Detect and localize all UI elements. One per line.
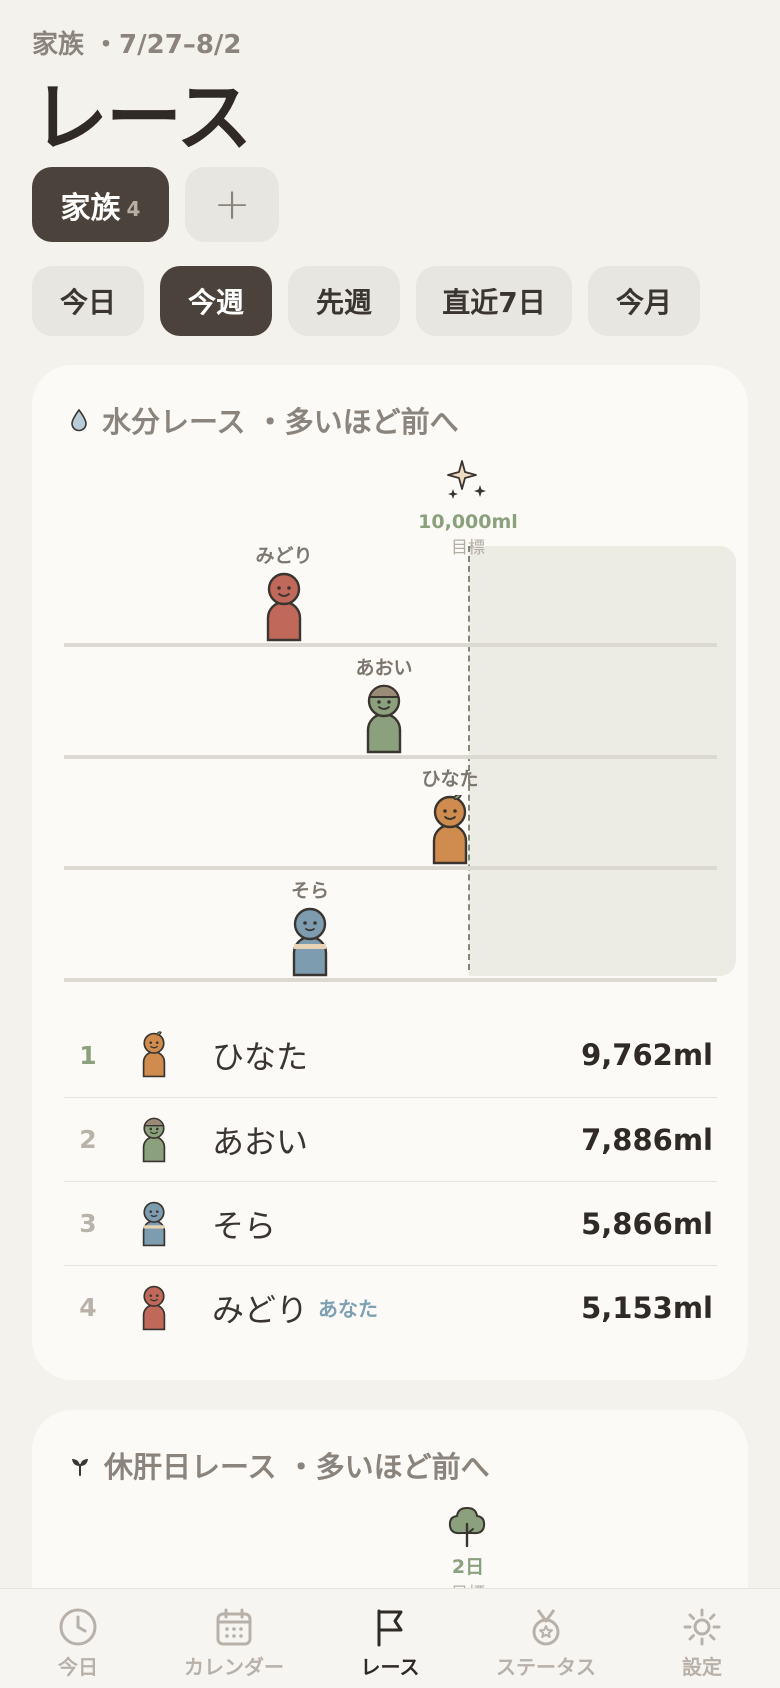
add-group-button[interactable]: + [185,167,279,242]
runner-sora[interactable]: そら [278,876,342,981]
tab-label: ステータス [496,1655,596,1679]
tab-race[interactable]: レース [312,1589,468,1688]
tab-settings[interactable]: 設定 [624,1589,780,1688]
period-filter: 今日 今週 先週 直近7日 今月 [32,266,700,336]
medal-icon [532,1609,560,1646]
clock-icon [59,1608,97,1646]
gear-icon [683,1608,721,1646]
period-last-week[interactable]: 先週 [288,266,400,336]
person-avatar-icon [142,1285,166,1330]
liver-race-title: 休肝日レース ・多いほど前へ [104,1450,490,1484]
period-today[interactable]: 今日 [32,266,144,336]
rank-number: 2 [79,1125,97,1154]
rank-member-name: あおい [212,1122,309,1161]
rank-member-name: ひなた [212,1038,309,1076]
tab-status[interactable]: ステータス [468,1589,624,1688]
person-avatar-icon [266,572,302,642]
runner-name: ひなた [421,768,479,790]
liver-goal-value: 2日 [451,1556,485,1578]
water-drop-icon [71,408,87,432]
period-this-week[interactable]: 今週 [160,266,272,336]
group-pill-family[interactable]: 家族 4 [32,167,169,242]
ranking-row[interactable]: 3 そら 5,866ml [64,1181,717,1265]
tab-today[interactable]: 今日 [0,1589,156,1688]
runner-name: あおい [355,657,413,679]
rank-number: 3 [79,1209,97,1238]
tab-label: 設定 [682,1655,722,1679]
rank-amount: 9,762ml [581,1038,713,1072]
runner-name: そら [290,880,329,902]
person-avatar-icon [432,793,468,865]
you-badge: あなた [318,1297,379,1321]
ranking-row[interactable]: 4 みどり あなた 5,153ml [64,1265,717,1349]
race-track [64,643,717,647]
page-title: レース [32,73,252,162]
race-track [64,978,717,982]
runner-hinata[interactable]: ひなた [418,764,482,869]
runner-midori[interactable]: みどり [252,541,316,646]
runner-name: みどり [255,545,313,567]
tab-label: レース [360,1655,420,1679]
person-avatar-icon [292,907,328,977]
period-last-7-days[interactable]: 直近7日 [416,266,572,336]
rank-number: 1 [79,1040,97,1070]
person-avatar-icon [142,1031,166,1078]
calendar-icon [216,1608,252,1646]
ranking-row[interactable]: 2 あおい 7,886ml [64,1097,717,1181]
rank-amount: 5,153ml [581,1290,713,1325]
person-avatar-icon [142,1117,166,1162]
rank-member-name: みどり [212,1290,309,1329]
period-this-month[interactable]: 今月 [588,266,700,336]
person-avatar-icon [366,684,402,754]
rank-amount: 5,866ml [581,1206,713,1241]
group-member-count: 4 [126,196,141,221]
tab-label: カレンダー [184,1655,284,1679]
goal-value: 10,000ml [418,511,518,533]
goal-zone [469,546,736,976]
tree-icon [448,1506,486,1548]
flag-icon [377,1609,403,1647]
rank-number: 4 [79,1293,97,1322]
rank-member-name: そら [212,1206,277,1245]
water-race-title: 水分レース ・多いほど前へ [102,405,459,439]
sprout-icon [72,1459,88,1476]
runner-aoi[interactable]: あおい [352,653,416,758]
bottom-tab-bar: 今日 カレンダー レース ステータス 設定 [0,1588,780,1688]
sparkle-icon [447,460,486,499]
race-track [64,866,717,870]
tab-label: 今日 [58,1655,98,1679]
tab-calendar[interactable]: カレンダー [156,1589,312,1688]
water-race-card: 水分レース ・多いほど前へ 10,000ml 目標 みどり あおい ひなた そら… [32,365,748,1380]
ranking-row[interactable]: 1 ひなた 9,762ml [64,1013,717,1097]
person-avatar-icon [142,1201,166,1246]
rank-amount: 7,886ml [581,1122,713,1157]
group-label: 家族 [60,190,121,226]
